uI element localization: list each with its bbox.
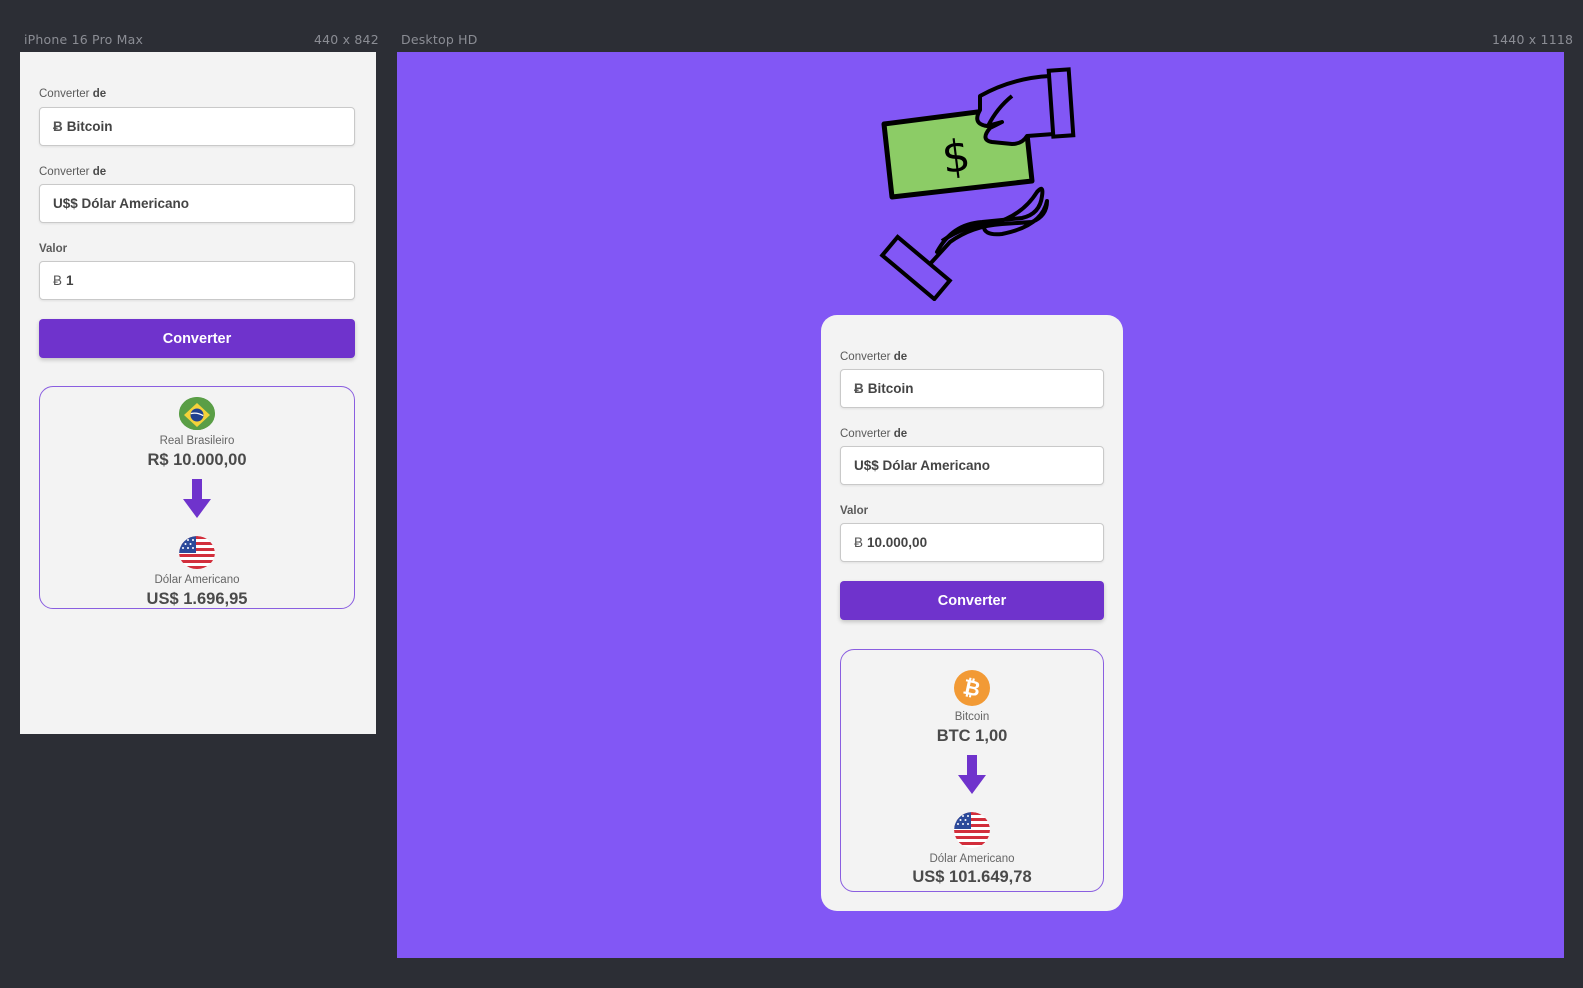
to-currency-value: U$$ Dólar Americano <box>53 196 190 211</box>
amount-input[interactable]: Ƀ 1 <box>39 261 355 300</box>
result-panel: ₿ Bitcoin BTC 1,00 Dólar Americano US$ 1… <box>840 649 1104 892</box>
amount-input[interactable]: Ƀ 10.000,00 <box>840 523 1104 562</box>
phone-frame-size: 440 x 842 <box>314 32 379 47</box>
from-currency-name: Real Brasileiro <box>159 435 235 448</box>
from-currency-select[interactable]: Ƀ Bitcoin <box>840 369 1104 408</box>
converter-card: Converter de Ƀ Bitcoin Converter de U$$ … <box>821 315 1123 911</box>
from-currency-select[interactable]: Ƀ Bitcoin <box>39 107 355 146</box>
convert-button[interactable]: Converter <box>39 319 355 358</box>
to-currency-label: Converter de <box>840 428 908 440</box>
to-currency-name: Dólar Americano <box>154 574 240 587</box>
usa-flag-icon <box>179 536 215 570</box>
to-currency-select[interactable]: U$$ Dólar Americano <box>840 446 1104 485</box>
desktop-frame-name: Desktop HD <box>401 32 478 47</box>
bitcoin-symbol-icon: Ƀ <box>854 381 864 396</box>
usa-flag-icon <box>954 811 990 848</box>
money-hand-exchange-icon: $ <box>872 66 1087 302</box>
from-currency-name: Bitcoin <box>954 711 990 723</box>
from-currency-value: Bitcoin <box>867 381 914 396</box>
from-currency-label: Converter de <box>840 351 908 363</box>
to-currency-value: U$$ Dólar Americano <box>854 458 991 473</box>
to-currency-label: Converter de <box>39 166 107 178</box>
desktop-frame: $ Converter de Ƀ Bitcoin Converter de U$… <box>397 52 1564 958</box>
bitcoin-symbol-icon: Ƀ <box>53 119 63 134</box>
bitcoin-symbol-icon: Ƀ <box>53 273 63 288</box>
brazil-flag-icon <box>179 397 215 431</box>
to-currency-amount: US$ 101.649,78 <box>912 868 1032 887</box>
bitcoin-symbol-icon: Ƀ <box>854 535 864 550</box>
phone-frame: Converter de Ƀ Bitcoin Converter de U$$ … <box>20 52 376 734</box>
to-currency-amount: US$ 1.696,95 <box>146 589 248 608</box>
result-panel: Real Brasileiro R$ 10.000,00 Dólar Ameri… <box>39 386 355 609</box>
convert-button[interactable]: Converter <box>840 581 1104 620</box>
to-currency-name: Dólar Americano <box>929 852 1015 865</box>
amount-label: Valor <box>39 243 68 255</box>
bitcoin-icon: ₿ <box>954 670 990 706</box>
from-currency-amount: BTC 1,00 <box>936 726 1008 745</box>
from-currency-value: Bitcoin <box>66 119 113 134</box>
from-currency-label: Converter de <box>39 88 107 100</box>
amount-value: 1 <box>66 273 74 288</box>
from-currency-amount: R$ 10.000,00 <box>147 450 247 469</box>
phone-frame-name: iPhone 16 Pro Max <box>24 32 144 47</box>
amount-label: Valor <box>840 505 869 517</box>
desktop-frame-size: 1440 x 1118 <box>1492 32 1574 47</box>
amount-value: 10.000,00 <box>867 535 928 550</box>
arrow-down-icon <box>182 479 212 524</box>
to-currency-select[interactable]: U$$ Dólar Americano <box>39 184 355 223</box>
arrow-down-icon <box>957 754 987 800</box>
